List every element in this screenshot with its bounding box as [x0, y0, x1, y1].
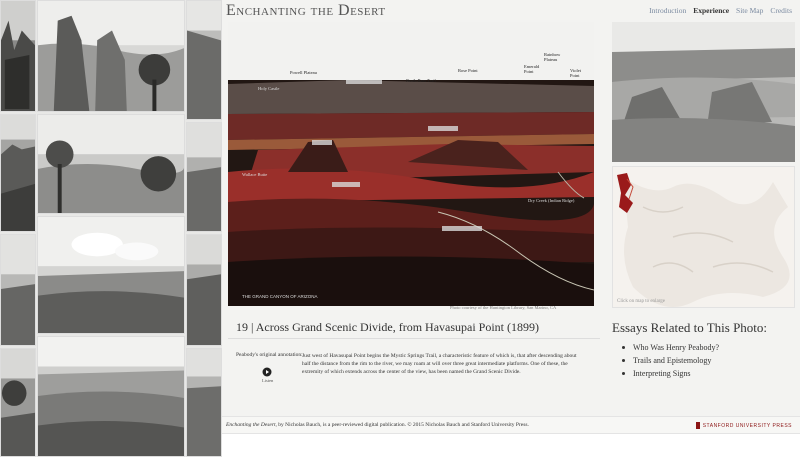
- label-rainbow-plateau: Rainbow Plateau: [544, 52, 561, 62]
- annotation-label: Peabody's original annotation:: [236, 352, 303, 358]
- thumbnail-photo[interactable]: [186, 0, 222, 120]
- audio-play-icon[interactable]: [262, 367, 272, 377]
- essays-list: Who Was Henry Peabody? Trails and Episte…: [622, 341, 719, 380]
- footer: Enchanting the Desert, by Nicholas Bauch…: [222, 416, 800, 434]
- thumbnail-photo[interactable]: [37, 336, 185, 457]
- essays-heading: Essays Related to This Photo:: [612, 320, 768, 335]
- label-violet-point: Violet Point: [570, 68, 581, 78]
- essay-link[interactable]: Trails and Epistemology: [622, 354, 719, 367]
- thumbnail-photo[interactable]: [0, 348, 36, 457]
- main-photo[interactable]: THE GRAND CANYON OF ARIZONA Powell Plate…: [228, 22, 594, 306]
- thumbnail-photo[interactable]: [186, 348, 222, 457]
- thumbnail-photo[interactable]: [186, 234, 222, 346]
- thumbnail-photo[interactable]: [37, 114, 185, 214]
- thumbnail-photo[interactable]: [186, 122, 222, 232]
- essay-link[interactable]: Interpreting Signs: [622, 367, 719, 380]
- label-powell-plateau: Powell Plateau: [290, 70, 317, 75]
- annotation-text: Just west of Havasupai Point begins the …: [302, 353, 577, 375]
- trail-map[interactable]: Click on map to enlarge: [612, 166, 795, 308]
- bullet-icon: [622, 359, 625, 362]
- svg-text:THE GRAND CANYON OF ARIZONA: THE GRAND CANYON OF ARIZONA: [242, 294, 318, 299]
- bullet-icon: [622, 346, 625, 349]
- nav-credits[interactable]: Credits: [770, 6, 792, 15]
- photo-strip: [0, 0, 222, 457]
- tree-icon: [695, 422, 700, 429]
- label-wallace-butte: Wallace Butte: [242, 172, 268, 177]
- nav-site-map[interactable]: Site Map: [736, 6, 763, 15]
- audio-label[interactable]: Listen: [262, 378, 273, 383]
- related-photo[interactable]: [612, 22, 795, 162]
- essay-link[interactable]: Who Was Henry Peabody?: [622, 341, 719, 354]
- map-hint: Click on map to enlarge: [617, 299, 665, 304]
- label-holy-castle: Holy Castle: [258, 86, 280, 91]
- photo-title: 19 | Across Grand Scenic Divide, from Ha…: [236, 320, 540, 334]
- divider: [228, 338, 600, 339]
- nav-experience[interactable]: Experience: [693, 6, 729, 15]
- main-nav: Introduction Experience Site Map Credits: [649, 6, 792, 15]
- nav-introduction[interactable]: Introduction: [649, 6, 686, 15]
- label-dry-creek: Dry Creek (Indian Ridge): [528, 198, 575, 203]
- site-title[interactable]: Enchanting the Desert: [226, 2, 386, 20]
- photo-credit: Photo courtesy of the Huntington Library…: [450, 305, 557, 310]
- label-emerald-point: Emerald Point: [524, 64, 540, 74]
- label-rose-point: Rose Point: [458, 68, 478, 73]
- press-logo[interactable]: STANFORD UNIVERSITY PRESS: [695, 422, 792, 429]
- thumbnail-photo[interactable]: [37, 216, 185, 334]
- page-bottom: [222, 434, 800, 457]
- footer-text: Enchanting the Desert, by Nicholas Bauch…: [226, 422, 529, 428]
- thumbnail-photo[interactable]: [0, 234, 36, 346]
- thumbnail-photo[interactable]: [37, 0, 185, 112]
- thumbnail-photo[interactable]: [0, 114, 36, 232]
- label-north-bass-trail: North Bass Trail: [406, 78, 436, 83]
- thumbnail-photo[interactable]: [0, 0, 36, 112]
- bullet-icon: [622, 372, 625, 375]
